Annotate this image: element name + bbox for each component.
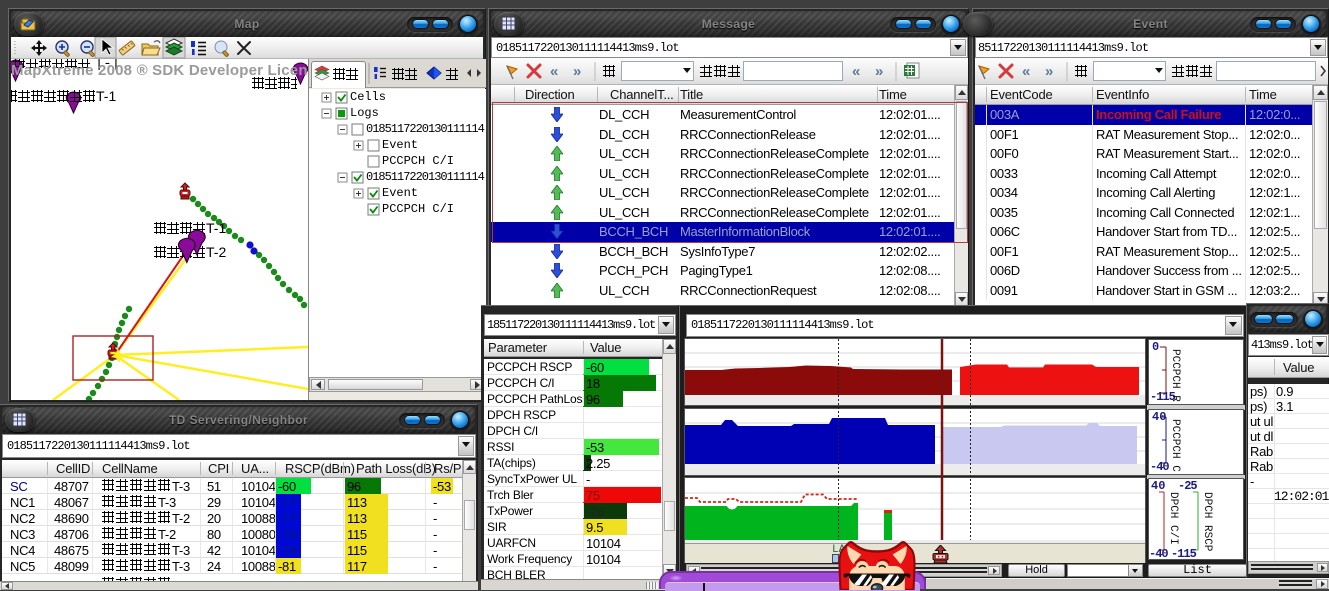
svg-text:«: « (1022, 63, 1030, 80)
svg-text:»: » (573, 63, 581, 80)
svg-text:»: » (875, 63, 883, 80)
svg-text:«: « (852, 63, 860, 80)
svg-text:«: « (550, 63, 558, 80)
svg-text:»: » (1045, 63, 1053, 80)
